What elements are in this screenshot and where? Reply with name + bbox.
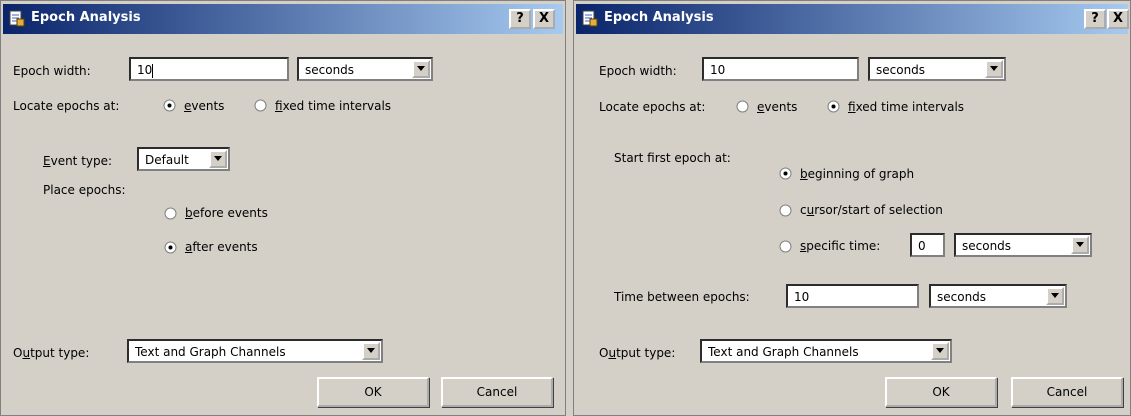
specific-time-label[interactable]: specific time: — [800, 239, 880, 253]
radio-fixed-intervals-selected[interactable] — [827, 100, 840, 113]
title-bar[interactable]: Epoch Analysis ? X — [576, 4, 1129, 34]
close-button[interactable]: X — [1107, 9, 1129, 29]
chevron-down-icon[interactable] — [362, 342, 380, 360]
event-type-label-rest: vent type: — [50, 154, 113, 168]
chevron-down-icon[interactable] — [1046, 287, 1064, 305]
text-caret — [152, 63, 154, 78]
chevron-down-icon[interactable] — [412, 60, 430, 78]
help-button[interactable]: ? — [1084, 9, 1106, 29]
select-value: seconds — [876, 63, 926, 77]
cancel-button[interactable]: Cancel — [1011, 377, 1123, 407]
cancel-button[interactable]: Cancel — [441, 377, 553, 407]
output-type-select[interactable]: Text and Graph Channels — [127, 339, 383, 363]
select-value: Text and Graph Channels — [708, 345, 859, 359]
cursor-label-rest: rsor/start of selection — [814, 203, 943, 217]
specific-time-input[interactable]: 0 — [910, 233, 945, 257]
ok-button[interactable]: OK — [885, 377, 997, 407]
after-label-rest: fter events — [192, 240, 258, 254]
right-dialog: Epoch Analysis ? X Epoch width: 10 secon… — [573, 0, 1131, 416]
window-title: Epoch Analysis — [604, 10, 714, 25]
output-type-label: Output type: — [599, 346, 676, 360]
radio-after-events-selected[interactable] — [164, 241, 177, 254]
chevron-down-icon[interactable] — [1071, 236, 1089, 254]
specific-label-rest: pecific time: — [806, 239, 881, 253]
events-option-label[interactable]: events — [757, 100, 797, 114]
specific-time-unit-select[interactable]: seconds — [954, 233, 1092, 257]
events-label-rest: vents — [191, 99, 225, 113]
select-value: seconds — [937, 290, 987, 304]
event-type-label: Event type: — [43, 154, 113, 168]
fixed-label-rest: ixed time intervals — [282, 99, 392, 113]
start-first-epoch-label: Start first epoch at: — [614, 151, 731, 165]
select-value: seconds — [305, 63, 355, 77]
app-icon — [9, 10, 25, 27]
epoch-width-label: Epoch width: — [13, 64, 91, 78]
title-bar[interactable]: Epoch Analysis ? X — [3, 4, 563, 34]
cursor-start-label[interactable]: cursor/start of selection — [800, 203, 943, 217]
events-option-label[interactable]: events — [184, 99, 224, 113]
time-between-unit-select[interactable]: seconds — [929, 284, 1067, 308]
beginning-of-graph-label[interactable]: beginning of graph — [800, 167, 914, 181]
epoch-width-value: 10 — [137, 63, 153, 77]
left-dialog: Epoch Analysis ? X Epoch width: 10 secon… — [0, 0, 566, 416]
ok-button[interactable]: OK — [317, 377, 429, 407]
radio-events[interactable] — [736, 100, 749, 113]
events-label-rest: vents — [764, 100, 798, 114]
beginning-label-rest: eginning of graph — [807, 167, 915, 181]
output-type-select[interactable]: Text and Graph Channels — [700, 339, 952, 363]
window-title: Epoch Analysis — [31, 10, 141, 25]
fixed-intervals-option-label[interactable]: fixed time intervals — [275, 99, 391, 113]
epoch-width-input[interactable]: 10 — [702, 57, 859, 81]
fixed-intervals-option-label[interactable]: fixed time intervals — [848, 100, 964, 114]
epoch-width-unit-select[interactable]: seconds — [868, 57, 1006, 81]
chevron-down-icon[interactable] — [931, 342, 949, 360]
radio-beginning-of-graph-selected[interactable] — [779, 167, 792, 180]
place-epochs-label: Place epochs: — [43, 183, 126, 197]
time-between-label: Time between epochs: — [614, 290, 750, 304]
radio-before-events[interactable] — [164, 207, 177, 220]
epoch-width-unit-select[interactable]: seconds — [297, 57, 433, 81]
close-button[interactable]: X — [533, 9, 555, 29]
chevron-down-icon[interactable] — [209, 150, 227, 168]
radio-specific-time[interactable] — [779, 240, 792, 253]
before-events-label[interactable]: before events — [185, 206, 268, 220]
select-value: seconds — [962, 239, 1012, 253]
epoch-width-input[interactable]: 10 — [129, 57, 289, 81]
radio-events-selected[interactable] — [163, 99, 176, 112]
before-label-rest: efore events — [192, 206, 268, 220]
epoch-width-label: Epoch width: — [599, 64, 677, 78]
output-label-rest: tput type: — [616, 346, 676, 360]
after-events-label[interactable]: after events — [185, 240, 258, 254]
output-label-rest: tput type: — [30, 346, 90, 360]
radio-cursor-start[interactable] — [779, 204, 792, 217]
fixed-label-rest: ixed time intervals — [855, 100, 965, 114]
event-type-select[interactable]: Default — [137, 147, 230, 171]
output-type-label: Output type: — [13, 346, 90, 360]
help-button[interactable]: ? — [509, 9, 531, 29]
select-value: Default — [145, 153, 189, 167]
select-value: Text and Graph Channels — [135, 345, 286, 359]
radio-fixed-intervals[interactable] — [254, 99, 267, 112]
locate-epochs-label: Locate epochs at: — [13, 99, 120, 113]
app-icon — [582, 10, 598, 27]
locate-epochs-label: Locate epochs at: — [599, 100, 706, 114]
chevron-down-icon[interactable] — [985, 60, 1003, 78]
time-between-input[interactable]: 10 — [786, 284, 919, 308]
